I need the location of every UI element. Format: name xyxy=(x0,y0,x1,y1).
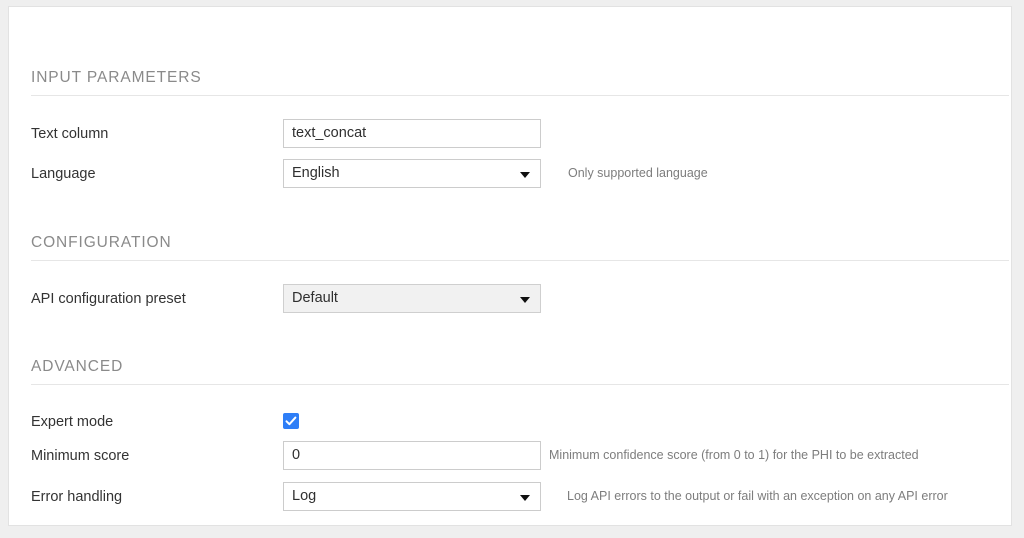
minimum-score-input[interactable]: 0 xyxy=(283,441,541,470)
label-expert-mode: Expert mode xyxy=(31,407,113,437)
text-column-input[interactable]: text_concat xyxy=(283,119,541,148)
api-configuration-preset-value: Default xyxy=(292,285,514,312)
minimum-score-value: 0 xyxy=(292,442,514,469)
label-minimum-score: Minimum score xyxy=(31,441,129,471)
section-title-input-parameters: INPUT PARAMETERS xyxy=(31,69,202,87)
expert-mode-checkbox[interactable] xyxy=(283,413,299,429)
helper-language: Only supported language xyxy=(568,159,708,188)
settings-card: INPUT PARAMETERS Text column text_concat… xyxy=(8,6,1012,526)
label-text-column: Text column xyxy=(31,119,108,149)
helper-error-handling: Log API errors to the output or fail wit… xyxy=(567,482,948,511)
section-divider-configuration xyxy=(31,260,1009,261)
section-divider-input-parameters xyxy=(31,95,1009,96)
check-icon xyxy=(285,415,297,427)
section-divider-advanced xyxy=(31,384,1009,385)
label-error-handling: Error handling xyxy=(31,482,122,512)
error-handling-value: Log xyxy=(292,483,514,510)
chevron-down-icon xyxy=(520,495,530,501)
label-api-configuration-preset: API configuration preset xyxy=(31,284,186,314)
chevron-down-icon xyxy=(520,297,530,303)
label-language: Language xyxy=(31,159,96,189)
helper-minimum-score: Minimum confidence score (from 0 to 1) f… xyxy=(549,441,919,470)
section-title-configuration: CONFIGURATION xyxy=(31,234,172,252)
chevron-down-icon xyxy=(520,172,530,178)
text-column-value: text_concat xyxy=(292,120,514,147)
language-value: English xyxy=(292,160,514,187)
error-handling-select[interactable]: Log xyxy=(283,482,541,511)
section-title-advanced: ADVANCED xyxy=(31,358,123,376)
api-configuration-preset-select[interactable]: Default xyxy=(283,284,541,313)
language-select[interactable]: English xyxy=(283,159,541,188)
